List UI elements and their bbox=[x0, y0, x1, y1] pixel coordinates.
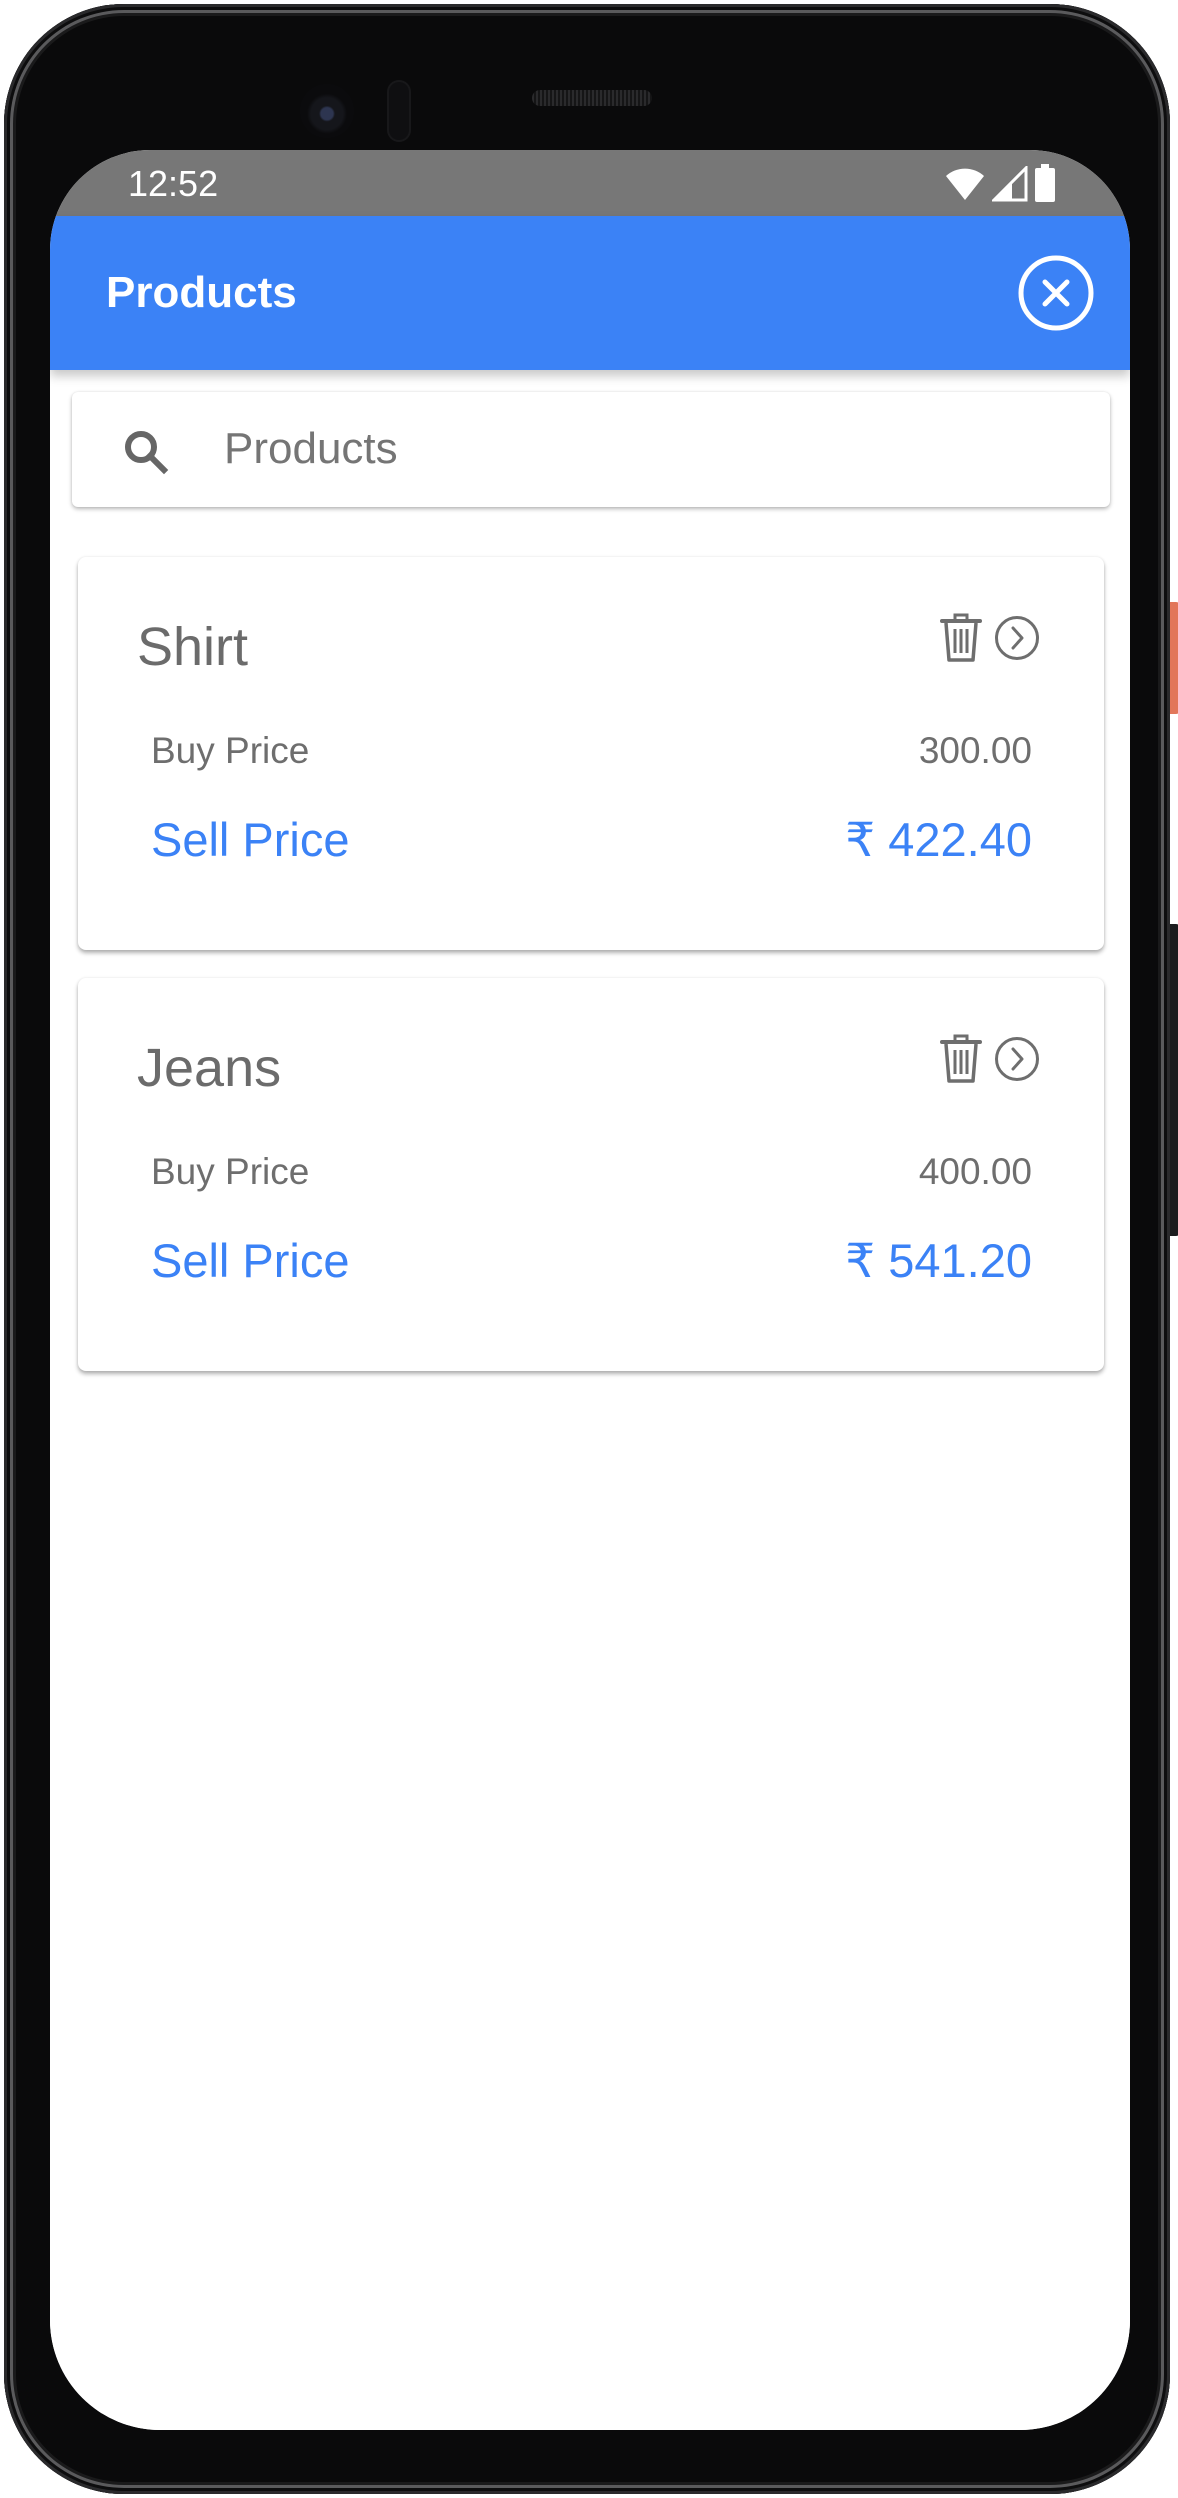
buy-price-row: Buy Price 400.00 bbox=[151, 1151, 1032, 1193]
sell-price-label: Sell Price bbox=[151, 813, 350, 866]
sell-price-label: Sell Price bbox=[151, 1234, 350, 1287]
front-camera bbox=[300, 84, 354, 138]
product-card[interactable]: Shirt Buy Price 300.00 Sell Price ₹ 422.… bbox=[78, 557, 1104, 950]
trash-icon bbox=[940, 1034, 982, 1083]
proximity-sensor bbox=[387, 80, 411, 142]
buy-price-row: Buy Price 300.00 bbox=[151, 730, 1032, 772]
card-actions bbox=[938, 1034, 1040, 1084]
buy-price-value: 300.00 bbox=[918, 730, 1032, 771]
wifi-icon bbox=[944, 166, 986, 202]
power-button bbox=[1170, 602, 1178, 714]
app-bar: Products bbox=[50, 216, 1130, 370]
buy-price-label: Buy Price bbox=[151, 730, 310, 771]
close-circle-icon bbox=[1018, 255, 1094, 331]
battery-icon bbox=[1034, 164, 1056, 202]
sell-price-row: Sell Price ₹ 422.40 bbox=[151, 812, 1032, 868]
trash-icon bbox=[940, 613, 982, 662]
product-name: Shirt bbox=[137, 617, 249, 677]
earpiece-speaker bbox=[532, 90, 652, 106]
buy-price-value: 400.00 bbox=[918, 1151, 1032, 1192]
signal-icon bbox=[992, 166, 1028, 202]
status-time: 12:52 bbox=[128, 163, 219, 204]
sell-price-row: Sell Price ₹ 541.20 bbox=[151, 1233, 1032, 1289]
volume-rocker bbox=[1170, 924, 1178, 1236]
screen: 12:52 Products Products Shirt Buy Price … bbox=[50, 150, 1130, 2430]
view-details-button[interactable] bbox=[994, 1034, 1040, 1084]
status-bar: 12:52 bbox=[50, 150, 1130, 216]
sell-price-value: ₹ 541.20 bbox=[845, 1234, 1032, 1287]
page-title: Products bbox=[106, 268, 297, 317]
status-icons bbox=[944, 164, 1056, 202]
chevron-right-circle-icon bbox=[995, 1037, 1039, 1081]
search-input[interactable] bbox=[224, 416, 1084, 482]
search-bar bbox=[72, 392, 1110, 507]
sell-price-value: ₹ 422.40 bbox=[845, 813, 1032, 866]
chevron-right-circle-icon bbox=[995, 616, 1039, 660]
search-icon bbox=[120, 426, 172, 478]
card-actions bbox=[938, 613, 1040, 663]
product-card[interactable]: Jeans Buy Price 400.00 Sell Price ₹ 541.… bbox=[78, 978, 1104, 1371]
product-name: Jeans bbox=[137, 1038, 282, 1098]
content-area: Shirt bbox=[50, 370, 1130, 2430]
buy-price-label: Buy Price bbox=[151, 1151, 310, 1192]
view-details-button[interactable] bbox=[994, 613, 1040, 663]
delete-button[interactable] bbox=[938, 613, 984, 663]
delete-button[interactable] bbox=[938, 1034, 984, 1084]
phone-frame: 12:52 Products Products Shirt Buy Price … bbox=[4, 4, 1178, 2494]
close-button[interactable] bbox=[1017, 254, 1095, 332]
